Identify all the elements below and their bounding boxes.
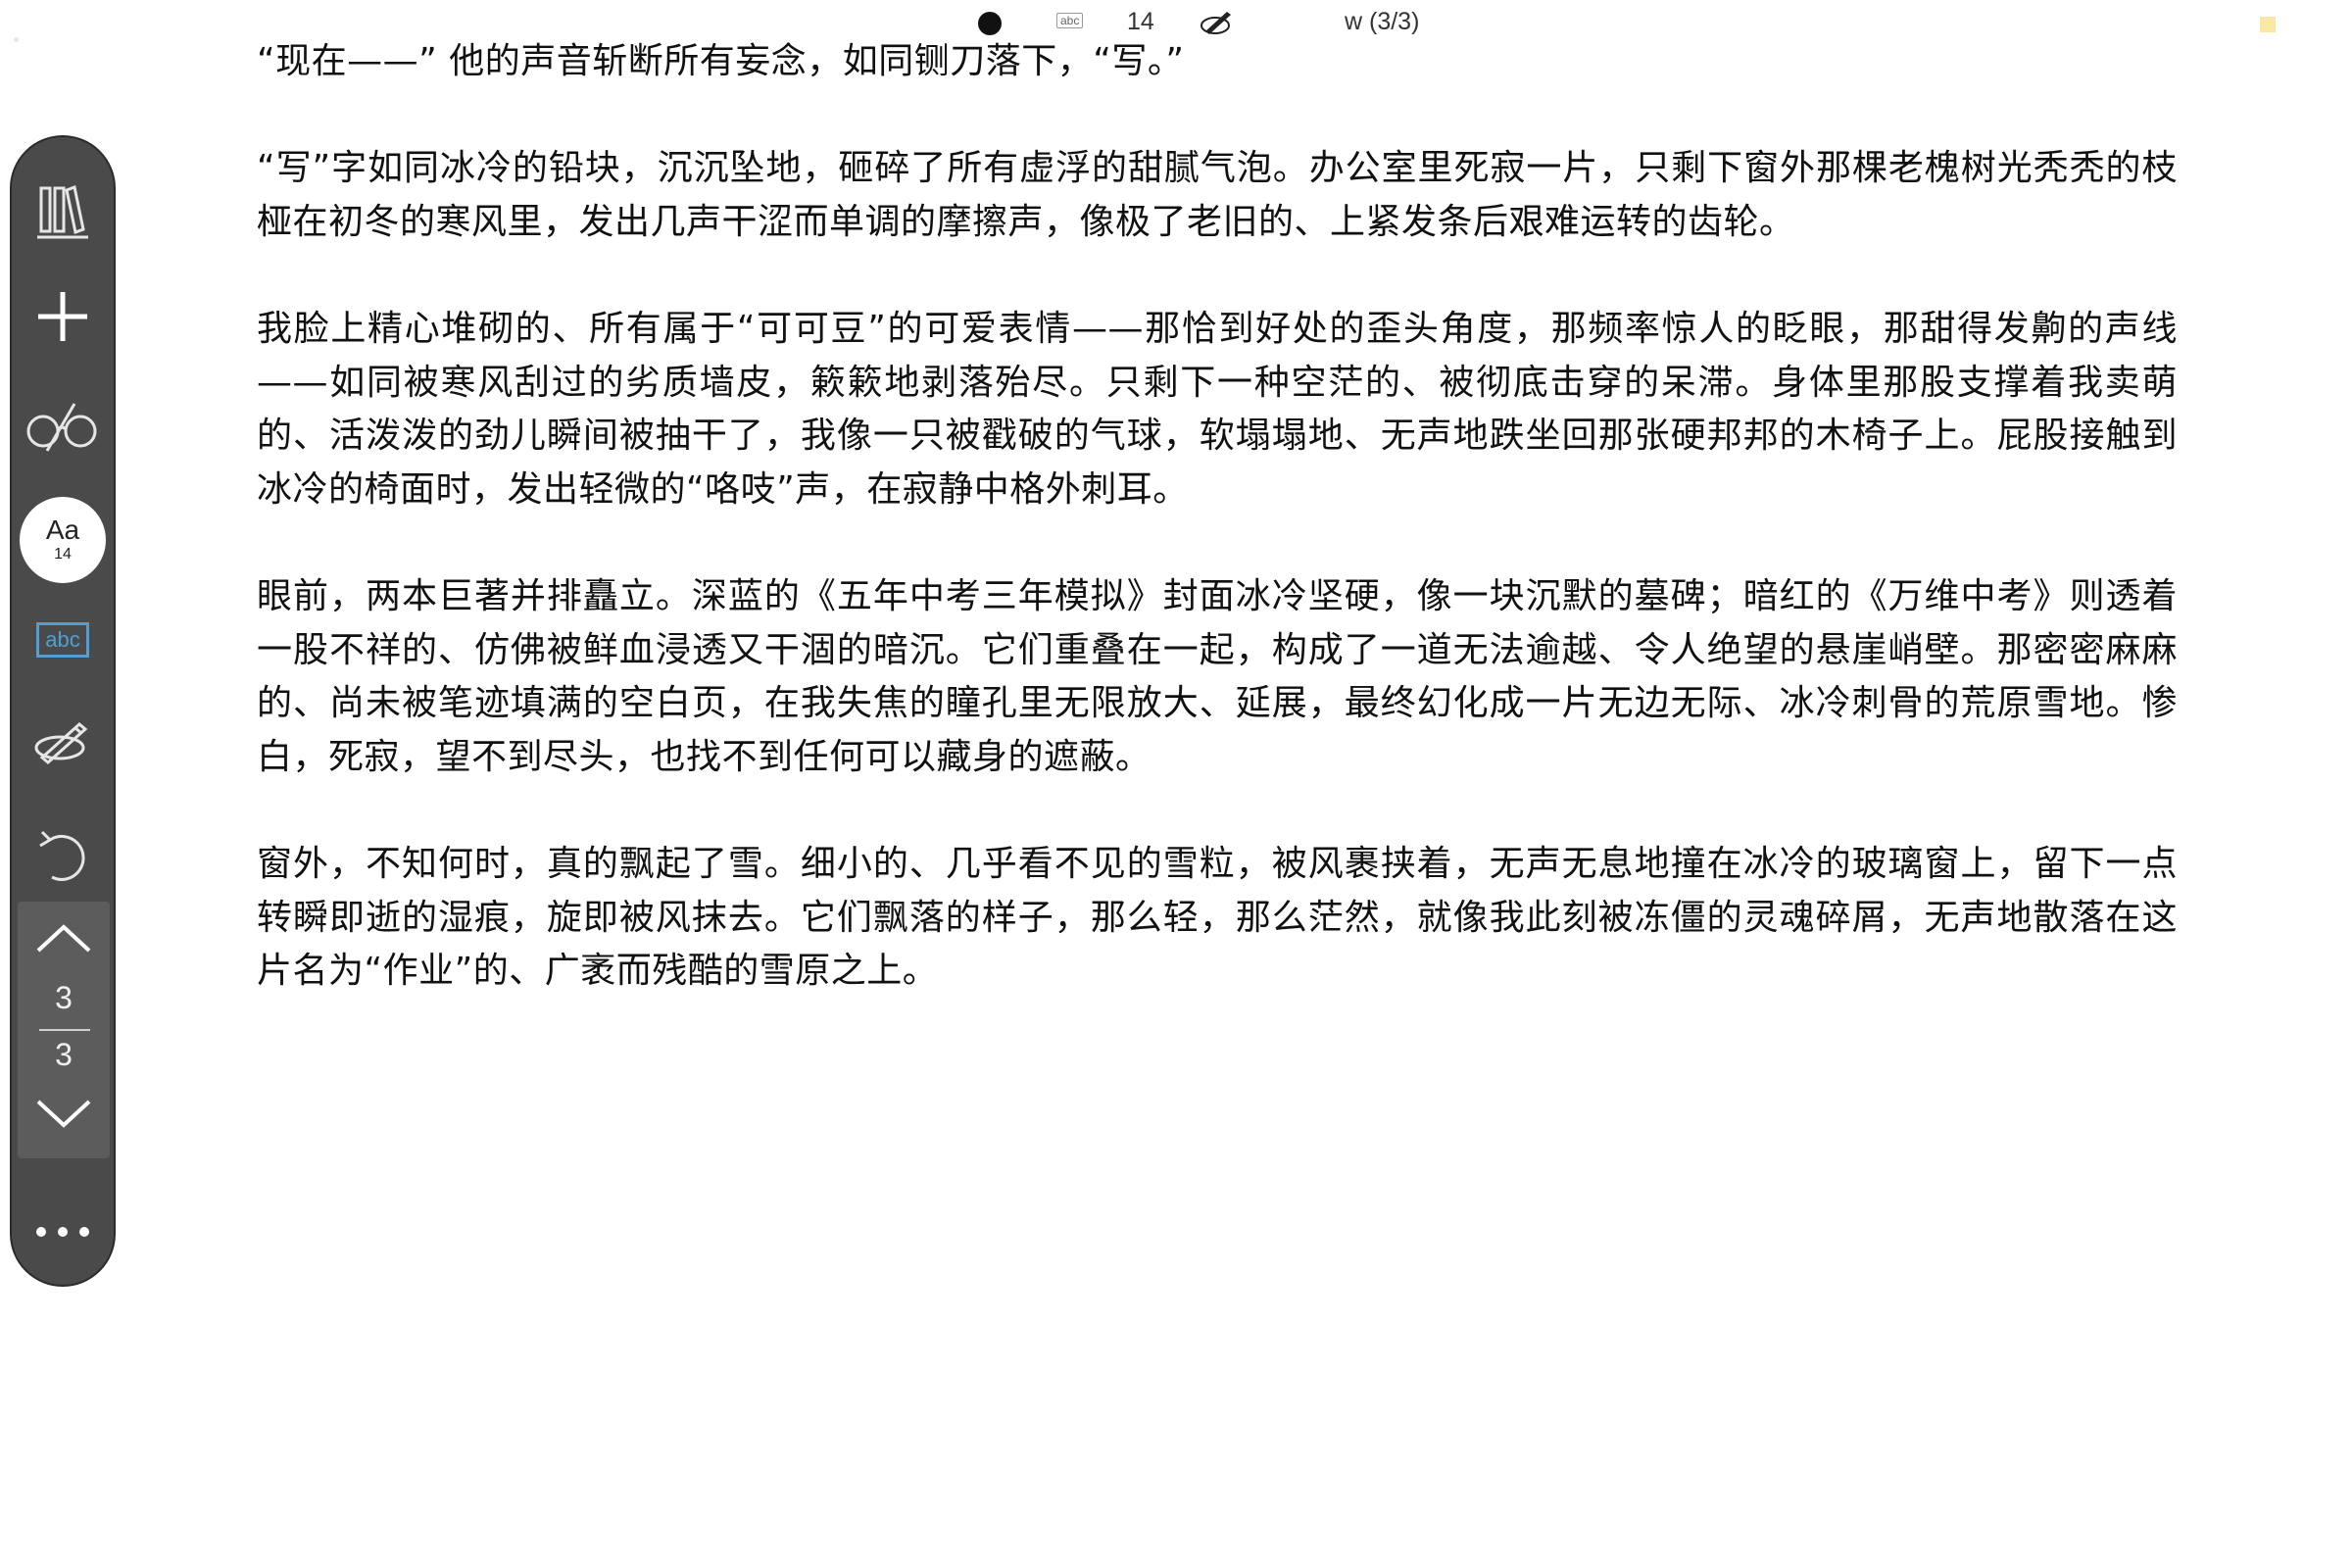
reading-area: “现在——” 他的声音斩断所有妄念，如同铡刀落下，“写。” “写”字如同冰冷的铅… [257,35,2178,1052]
total-pages: 3 [55,1037,73,1072]
corner-mark [14,37,19,42]
reading-mode-button[interactable] [12,382,114,470]
more-dots-icon [33,1225,92,1239]
paragraph: 眼前，两本巨著并排矗立。深蓝的《五年中考三年模拟》封面冰冷坚硬，像一块沉默的墓碑… [257,575,2178,777]
add-button[interactable] [12,272,114,361]
paragraph: “现在——” 他的声音斩断所有妄念，如同铡刀落下，“写。” [257,41,1185,81]
plus-icon [36,290,89,343]
glasses-icon [24,400,102,453]
font-size-label: Aa [45,514,80,545]
page-divider [39,1029,90,1031]
floating-toolbar: Aa 14 abc 3 3 [10,135,116,1287]
abc-icon: abc [36,622,89,658]
more-button[interactable] [12,1188,114,1276]
record-dot-icon[interactable] [978,12,1002,35]
chevron-up-icon [36,924,91,953]
chevron-down-icon [36,1100,91,1128]
pen-mini-icon[interactable] [1198,6,1237,37]
paragraph: 我脸上精心堆砌的、所有属于“可可豆”的可爱表情——那恰到好处的歪头角度，那频率惊… [257,308,2178,510]
current-page: 3 [55,980,73,1015]
text-mode-button[interactable]: abc [12,596,114,684]
pen-icon [32,718,93,765]
undo-button[interactable] [12,811,114,900]
font-size-button[interactable]: Aa 14 [12,486,114,594]
page-progress: w (3/3) [1345,8,1420,35]
annotate-button[interactable] [12,698,114,786]
font-size-badge: Aa 14 [20,497,106,583]
books-icon [35,180,90,241]
font-size-value: 14 [54,546,72,563]
font-size-indicator: 14 [1127,8,1154,35]
page-down-button[interactable] [34,1094,93,1133]
paragraph: 窗外，不知何时，真的飘起了雪。细小的、几乎看不见的雪粒，被风裹挟着，无声无息地撞… [257,843,2178,992]
library-button[interactable] [12,167,114,255]
page-pager: 3 3 [18,902,110,1158]
paragraph: “写”字如同冰冷的铅块，沉沉坠地，砸碎了所有虚浮的甜腻气泡。办公室里死寂一片，只… [257,148,2178,242]
page-up-button[interactable] [34,919,93,958]
undo-icon [36,826,89,885]
text-mode-mini-icon[interactable]: abc [1056,13,1084,28]
note-marker[interactable] [2260,17,2276,32]
